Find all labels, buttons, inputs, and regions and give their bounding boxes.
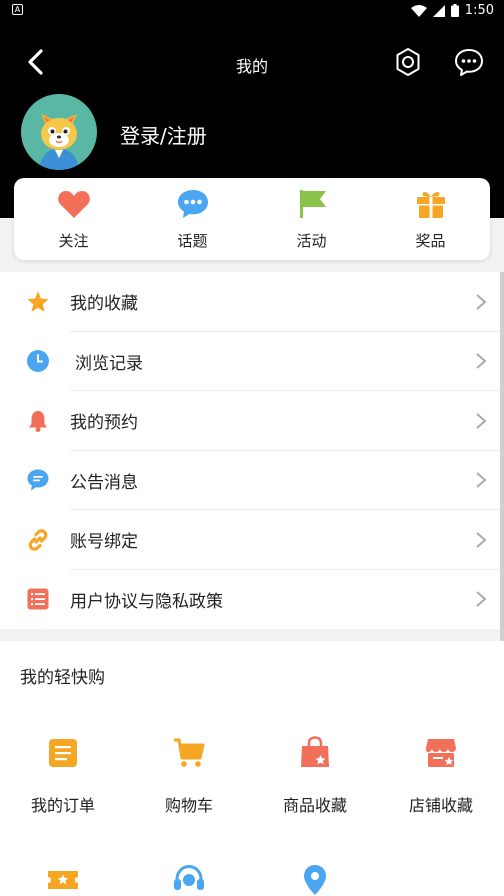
chevron-right-icon <box>476 412 487 429</box>
menu-item-reservations[interactable]: 我的预约 <box>0 391 500 451</box>
shop-label: 商品收藏 <box>282 796 347 815</box>
shop-item-address[interactable] <box>252 863 378 896</box>
quick-label: 话题 <box>177 232 208 250</box>
mascot-avatar-icon <box>39 114 79 170</box>
quick-label: 活动 <box>296 232 327 250</box>
service-headset-icon <box>174 864 204 890</box>
shop-item-product-favorites[interactable]: 商品收藏 <box>252 736 378 816</box>
menu-item-account-binding[interactable]: 账号绑定 <box>0 510 500 570</box>
menu-list: 我的收藏 浏览记录 我的预约 公告消息 账号绑定 用户协议与隐私政策 <box>0 272 500 629</box>
section-title: 我的轻快购 <box>20 668 105 688</box>
shop-grid: 我的订单 购物车 商品收藏 店铺收藏 <box>0 736 504 816</box>
menu-label: 我的预约 <box>70 413 138 434</box>
star-icon <box>27 291 49 312</box>
link-icon <box>28 528 48 551</box>
quick-label: 奖品 <box>415 232 446 250</box>
quick-actions-card: 关注 话题 活动 奖品 <box>14 178 490 260</box>
gift-icon <box>416 192 445 218</box>
chevron-right-icon <box>476 531 487 548</box>
menu-label: 公告消息 <box>70 472 138 493</box>
store-star-icon <box>426 739 456 767</box>
page-title: 我的 <box>235 57 268 76</box>
coupon-icon <box>48 871 78 889</box>
bag-star-icon <box>301 736 329 767</box>
clock-time: 1:50 <box>464 3 494 18</box>
shop-item-cart[interactable]: 购物车 <box>126 736 252 816</box>
shop-label: 店铺收藏 <box>408 796 473 815</box>
quick-label: 关注 <box>58 232 89 250</box>
shop-item-store-favorites[interactable]: 店铺收藏 <box>378 736 504 816</box>
chevron-right-icon <box>476 353 487 370</box>
quick-prizes[interactable]: 奖品 <box>371 178 490 260</box>
signal-icon <box>432 4 445 17</box>
menu-item-privacy-policy[interactable]: 用户协议与隐私政策 <box>0 570 500 630</box>
wifi-icon <box>410 4 427 17</box>
shop-label: 购物车 <box>164 796 213 815</box>
menu-label: 账号绑定 <box>70 532 138 553</box>
login-register-link[interactable]: 登录/注册 <box>120 120 207 149</box>
chevron-right-icon <box>476 472 487 489</box>
settings-icon[interactable] <box>392 46 424 78</box>
bell-icon <box>29 410 47 432</box>
avatar[interactable] <box>21 94 97 170</box>
battery-icon <box>450 4 459 17</box>
document-list-icon <box>27 588 49 610</box>
menu-label: 用户协议与隐私政策 <box>70 591 223 612</box>
quick-follow[interactable]: 关注 <box>14 178 133 260</box>
message-icon <box>27 469 49 491</box>
cart-icon <box>174 738 205 767</box>
status-bar: A 1:50 <box>0 0 504 22</box>
chevron-right-icon <box>476 293 487 310</box>
flag-icon <box>299 190 326 218</box>
shop-item-orders[interactable]: 我的订单 <box>0 736 126 816</box>
notification-icon: A <box>12 4 23 15</box>
status-indicators: 1:50 <box>410 3 494 18</box>
quick-topics[interactable]: 话题 <box>133 178 252 260</box>
shop-item-customer-service[interactable] <box>126 863 252 896</box>
menu-label: 我的收藏 <box>70 294 138 315</box>
chevron-right-icon <box>476 591 487 608</box>
shop-grid-row2 <box>0 863 504 896</box>
shop-item-coupons[interactable] <box>0 863 126 896</box>
order-icon <box>49 739 77 767</box>
menu-item-history[interactable]: 浏览记录 <box>0 332 500 391</box>
menu-item-announcements[interactable]: 公告消息 <box>0 451 500 510</box>
clock-icon <box>27 350 49 373</box>
heart-icon <box>57 191 90 218</box>
message-icon[interactable] <box>453 46 485 78</box>
menu-label: 浏览记录 <box>75 353 143 374</box>
menu-item-favorites[interactable]: 我的收藏 <box>0 272 500 332</box>
shop-section: 我的轻快购 我的订单 购物车 商品收藏 店铺收藏 <box>0 641 504 896</box>
location-pin-icon <box>304 865 326 895</box>
quick-events[interactable]: 活动 <box>252 178 371 260</box>
chat-bubble-icon <box>177 190 208 218</box>
shop-label: 我的订单 <box>30 796 95 815</box>
